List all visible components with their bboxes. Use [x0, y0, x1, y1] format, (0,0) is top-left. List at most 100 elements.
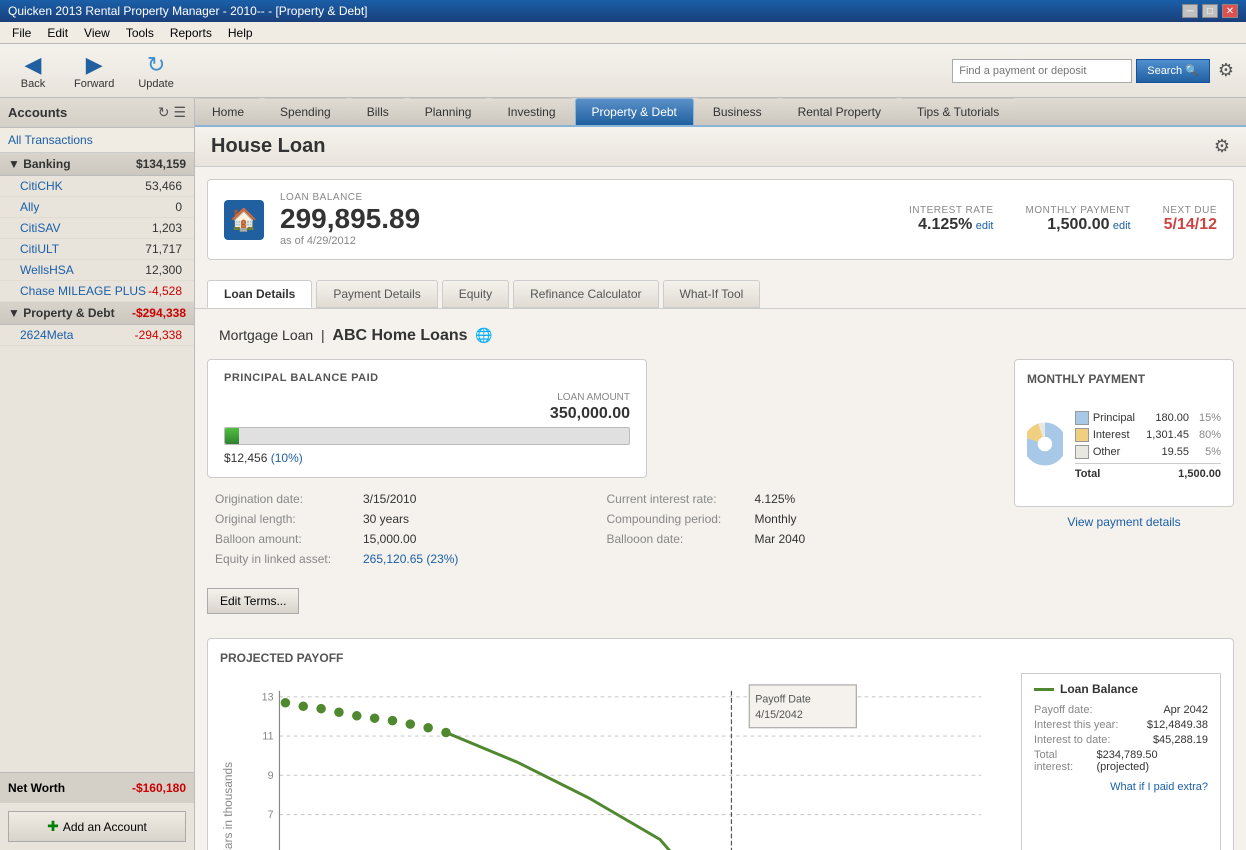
content-area: Home Spending Bills Planning Investing P… [195, 98, 1246, 850]
two-col-layout: PRINCIPAL BALANCE PAID LOAN AMOUNT 350,0… [207, 359, 1234, 614]
interest-rate-edit[interactable]: edit [976, 220, 994, 232]
sub-tab-loan-details[interactable]: Loan Details [207, 280, 312, 308]
tab-rental-property[interactable]: Rental Property [781, 98, 898, 125]
property-debt-section-header[interactable]: ▼ Property & Debt -$294,338 [0, 302, 194, 325]
paid-extra-link[interactable]: What if I paid extra? [1034, 781, 1208, 793]
sidebar-title: Accounts [8, 105, 67, 120]
tab-spending[interactable]: Spending [263, 98, 348, 125]
tab-bills[interactable]: Bills [350, 98, 406, 125]
tab-tips-tutorials[interactable]: Tips & Tutorials [900, 98, 1016, 125]
account-2624meta[interactable]: 2624Meta -294,338 [0, 325, 194, 346]
banking-section-title: ▼ Banking [8, 157, 71, 171]
sub-tab-equity[interactable]: Equity [442, 280, 509, 308]
principal-title: PRINCIPAL BALANCE PAID [224, 372, 630, 384]
tab-investing[interactable]: Investing [490, 98, 572, 125]
property-debt-amount: -$294,338 [132, 306, 186, 320]
nav-tabs: Home Spending Bills Planning Investing P… [195, 98, 1246, 127]
forward-button[interactable]: ▶ Forward [66, 48, 122, 94]
loan-balance-section: 🏠 LOAN BALANCE 299,895.89 as of 4/29/201… [207, 179, 1234, 260]
title-bar-text: Quicken 2013 Rental Property Manager - 2… [8, 4, 368, 18]
projected-chart: Dollars in thousands 13 11 9 7 [220, 673, 1005, 850]
principal-color [1075, 411, 1089, 425]
loan-amount-row: LOAN AMOUNT [224, 392, 630, 403]
minimize-btn[interactable]: ─ [1182, 4, 1198, 18]
menu-reports[interactable]: Reports [162, 24, 220, 42]
interest-rate-meta: INTEREST RATE 4.125% edit [909, 205, 993, 234]
monthly-payment-meta: MONTHLY PAYMENT 1,500.00 edit [1026, 205, 1131, 234]
svg-text:9: 9 [268, 770, 274, 782]
detail-current-rate: Current interest rate: 4.125% [607, 490, 991, 508]
menu-bar: File Edit View Tools Reports Help [0, 22, 1246, 44]
projected-payoff-section: PROJECTED PAYOFF Dollars in thousands [207, 638, 1234, 850]
detail-original-length: Original length: 30 years [215, 510, 599, 528]
maximize-btn[interactable]: □ [1202, 4, 1218, 18]
update-icon: ↻ [147, 52, 165, 78]
globe-icon[interactable]: 🌐 [475, 327, 492, 343]
update-button[interactable]: ↻ Update [130, 48, 181, 94]
legend-other: Other 19.55 5% [1075, 445, 1221, 459]
menu-edit[interactable]: Edit [39, 24, 76, 42]
menu-help[interactable]: Help [220, 24, 261, 42]
detail-balloon-amount: Balloon amount: 15,000.00 [215, 530, 599, 548]
detail-equity: Equity in linked asset: 265,120.65 (23%) [215, 550, 990, 568]
sidebar-refresh-icon[interactable]: ↻ [158, 104, 170, 121]
close-btn[interactable]: ✕ [1222, 4, 1238, 18]
banking-section-amount: $134,159 [136, 157, 186, 171]
sidebar-settings-icon[interactable]: ☰ [173, 104, 186, 121]
left-col: PRINCIPAL BALANCE PAID LOAN AMOUNT 350,0… [207, 359, 998, 614]
account-citiult[interactable]: CitiULT 71,717 [0, 239, 194, 260]
all-transactions-link[interactable]: All Transactions [0, 128, 194, 153]
other-color [1075, 445, 1089, 459]
legend-principal: Principal 180.00 15% [1075, 411, 1221, 425]
interest-rate-value: 4.125% [918, 216, 972, 233]
tab-business[interactable]: Business [696, 98, 779, 125]
edit-terms-button[interactable]: Edit Terms... [207, 588, 299, 614]
account-chase[interactable]: Chase MILEAGE PLUS -4,528 [0, 281, 194, 302]
detail-origination-date: Origination date: 3/15/2010 [215, 490, 599, 508]
title-bar-controls: ─ □ ✕ [1182, 4, 1238, 18]
search-input[interactable] [952, 59, 1132, 83]
tab-home[interactable]: Home [195, 98, 261, 125]
svg-text:13: 13 [262, 691, 274, 703]
menu-view[interactable]: View [76, 24, 118, 42]
back-button[interactable]: ◀ Back [8, 48, 58, 94]
svg-text:Dollars in thousands: Dollars in thousands [221, 762, 235, 850]
paid-amount: $12,456 (10%) [224, 451, 630, 465]
menu-file[interactable]: File [4, 24, 39, 42]
toolbar-gear-icon[interactable]: ⚙ [1214, 60, 1238, 81]
loan-balance-label: LOAN BALANCE [280, 192, 893, 203]
detail-balloon-date: Ballooon date: Mar 2040 [607, 530, 991, 548]
sidebar-header: Accounts ↻ ☰ [0, 98, 194, 128]
title-bar: Quicken 2013 Rental Property Manager - 2… [0, 0, 1246, 22]
account-citichk[interactable]: CitiCHK 53,466 [0, 176, 194, 197]
svg-text:4/15/2042: 4/15/2042 [755, 709, 803, 721]
sidebar-icon-group: ↻ ☰ [158, 104, 186, 121]
account-citisav[interactable]: CitiSAV 1,203 [0, 218, 194, 239]
menu-tools[interactable]: Tools [118, 24, 162, 42]
search-button[interactable]: Search 🔍 [1136, 59, 1210, 83]
tab-planning[interactable]: Planning [408, 98, 489, 125]
chart-area: Dollars in thousands 13 11 9 7 [220, 673, 1005, 850]
account-wellshsa[interactable]: WellsHSA 12,300 [0, 260, 194, 281]
progress-bar-fill [225, 428, 239, 444]
page-header: House Loan ⚙ [195, 127, 1246, 167]
monthly-payment-edit[interactable]: edit [1113, 220, 1131, 232]
view-payment-details-link[interactable]: View payment details [1014, 515, 1234, 529]
page-gear-icon[interactable]: ⚙ [1214, 136, 1230, 157]
banking-section-header[interactable]: ▼ Banking $134,159 [0, 153, 194, 176]
sub-tab-payment-details[interactable]: Payment Details [316, 280, 437, 308]
net-worth-label: Net Worth [8, 781, 65, 795]
sub-tab-refinance[interactable]: Refinance Calculator [513, 280, 658, 308]
monthly-payment-title: MONTHLY PAYMENT [1027, 372, 1221, 386]
loan-info-header: Mortgage Loan | ABC Home Loans 🌐 [207, 321, 1234, 351]
chart-container: Dollars in thousands 13 11 9 7 [220, 673, 1221, 850]
main-container: Accounts ↻ ☰ All Transactions ▼ Banking … [0, 98, 1246, 850]
loan-balance-meta: INTEREST RATE 4.125% edit MONTHLY PAYMEN… [909, 205, 1217, 234]
add-account-button[interactable]: ✚ Add an Account [8, 811, 186, 842]
tab-property-debt[interactable]: Property & Debt [575, 98, 694, 125]
loan-amount-value: 350,000.00 [224, 405, 630, 423]
projected-title: PROJECTED PAYOFF [220, 651, 1221, 665]
account-ally[interactable]: Ally 0 [0, 197, 194, 218]
sub-tab-whatif[interactable]: What-If Tool [663, 280, 761, 308]
total-interest-row: Total interest: $234,789.50 (projected) [1034, 749, 1208, 773]
